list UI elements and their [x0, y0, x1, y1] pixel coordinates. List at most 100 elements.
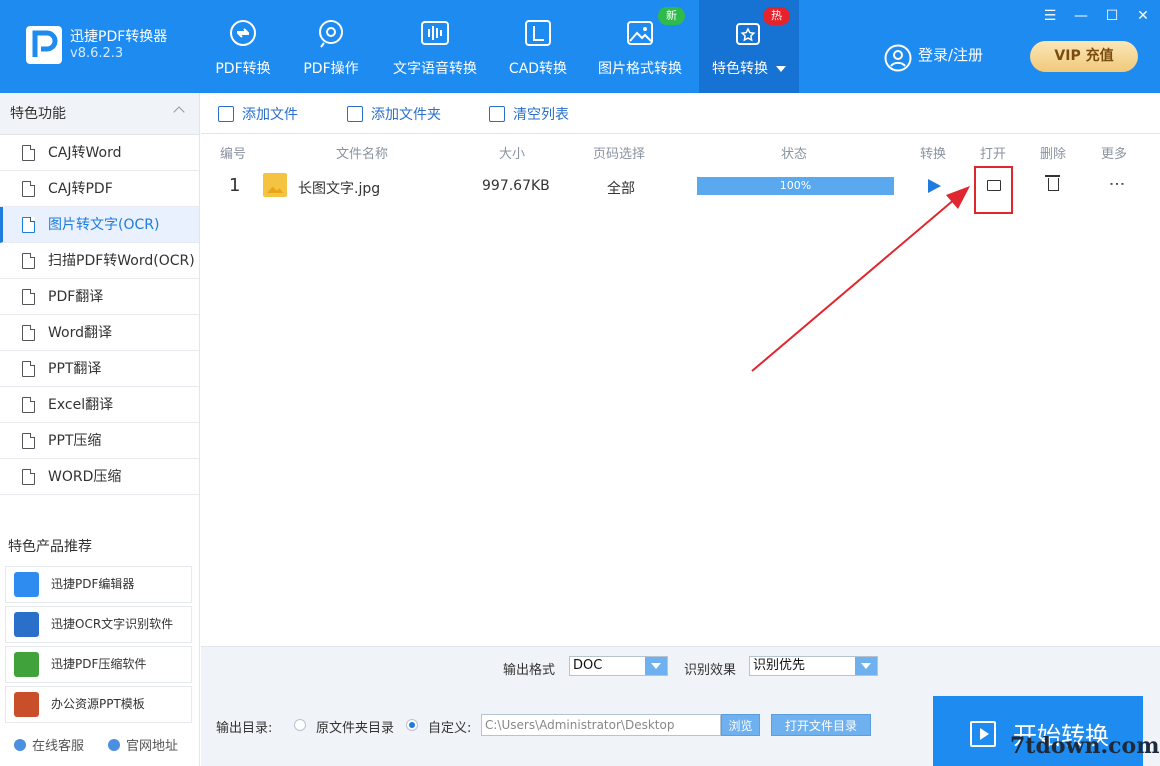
menu-icon[interactable]: ☰ [1041, 7, 1059, 25]
sidebar-item-pdf-translate[interactable]: PDF翻译 [0, 279, 199, 315]
radio-custom-dir[interactable] [406, 719, 418, 731]
col-more: 更多 [1101, 147, 1128, 162]
app-logo [26, 26, 62, 64]
vip-button[interactable]: VIP 充值 [1030, 41, 1138, 72]
image-file-icon [263, 173, 287, 197]
tab-label: PDF转换 [215, 61, 271, 77]
service-icon [14, 739, 26, 751]
clear-list-button[interactable]: 清空列表 [489, 104, 569, 124]
folder-open-icon[interactable] [987, 180, 1001, 191]
sidebar-item-caj-word[interactable]: CAJ转Word [0, 135, 199, 171]
product-label: 迅捷OCR文字识别软件 [51, 617, 174, 631]
sidebar-item-label: WORD压缩 [48, 469, 122, 485]
tab-special[interactable]: 特色转换 热 [699, 0, 799, 93]
minimize-icon[interactable]: — [1072, 7, 1090, 25]
sidebar-item-ppt-compress[interactable]: PPT压缩 [0, 423, 199, 459]
website-label: 官网地址 [126, 739, 179, 754]
browse-button[interactable]: 浏览 [721, 714, 760, 736]
pdf-operate-icon [319, 20, 343, 48]
col-size: 大小 [499, 147, 526, 162]
image-document-icon [22, 217, 35, 233]
sidebar-item-label: CAJ转Word [48, 145, 122, 161]
website-link[interactable]: 官网地址 [108, 735, 178, 754]
radio-source-dir[interactable] [294, 719, 306, 731]
service-label: 在线客服 [32, 739, 85, 754]
login-link[interactable]: 登录/注册 [918, 44, 983, 65]
dropdown-arrow-icon [645, 657, 667, 675]
image-icon [627, 21, 653, 45]
sidebar-title: 特色功能 [10, 106, 66, 122]
ocr-icon [14, 612, 39, 637]
sidebar-item-label: PPT翻译 [48, 361, 102, 377]
sidebar-item-caj-pdf[interactable]: CAJ转PDF [0, 171, 199, 207]
product-pdf-compress[interactable]: 迅捷PDF压缩软件 [5, 646, 192, 683]
document-icon [22, 397, 35, 413]
clear-list-label: 清空列表 [513, 107, 569, 123]
tab-pdf-operate[interactable]: PDF操作 [291, 0, 371, 93]
col-name: 文件名称 [336, 147, 389, 162]
special-icon [736, 23, 760, 45]
sidebar-item-label: PPT压缩 [48, 433, 102, 449]
format-select[interactable]: DOC [569, 656, 668, 676]
close-icon[interactable]: ✕ [1134, 7, 1152, 25]
sidebar-item-label: PDF翻译 [48, 289, 104, 305]
tab-label: 图片格式转换 [598, 61, 682, 77]
col-convert: 转换 [920, 147, 947, 162]
pdf-editor-icon [14, 572, 39, 597]
table-header: 编号 文件名称 大小 页码选择 状态 转换 打开 删除 更多 [201, 140, 1160, 162]
tab-label: 特色转换 [699, 58, 799, 78]
tab-text-speech[interactable]: 文字语音转换 [385, 0, 485, 93]
add-file-button[interactable]: 添加文件 [218, 104, 298, 124]
table-row[interactable]: 1 长图文字.jpg 997.67KB 全部 100% ⋮ [201, 166, 1160, 214]
add-folder-button[interactable]: 添加文件夹 [347, 104, 441, 124]
format-label: 输出格式 [503, 663, 556, 678]
tab-pdf-convert[interactable]: PDF转换 [203, 0, 283, 93]
page-select[interactable]: 全部 [607, 178, 635, 198]
col-delete: 删除 [1040, 147, 1067, 162]
tab-cad[interactable]: CAD转换 [500, 0, 576, 93]
product-ocr[interactable]: 迅捷OCR文字识别软件 [5, 606, 192, 643]
sidebar-item-word-translate[interactable]: Word翻译 [0, 315, 199, 351]
add-folder-icon [347, 106, 363, 122]
sidebar-item-word-compress[interactable]: WORD压缩 [0, 459, 199, 495]
document-icon [22, 361, 35, 377]
app-version: v8.6.2.3 [70, 46, 124, 61]
product-label: 办公资源PPT模板 [51, 697, 145, 711]
tab-label: PDF操作 [303, 61, 359, 77]
chevron-up-icon[interactable] [173, 106, 185, 118]
product-ppt-template[interactable]: 办公资源PPT模板 [5, 686, 192, 723]
output-path-input[interactable]: C:\Users\Administrator\Desktop [481, 714, 721, 736]
delete-icon[interactable] [1045, 175, 1060, 191]
sidebar-item-ppt-translate[interactable]: PPT翻译 [0, 351, 199, 387]
add-folder-label: 添加文件夹 [371, 107, 441, 123]
user-icon[interactable] [884, 44, 912, 72]
app-name: 迅捷PDF转换器 [70, 29, 168, 45]
open-dir-button[interactable]: 打开文件目录 [771, 714, 871, 736]
sidebar-item-excel-translate[interactable]: Excel翻译 [0, 387, 199, 423]
maximize-icon[interactable]: ☐ [1103, 7, 1121, 25]
add-file-icon [218, 106, 234, 122]
document-icon [22, 433, 35, 449]
document-icon [22, 325, 35, 341]
annotation-arrow [751, 186, 970, 372]
more-icon[interactable]: ⋮ [1108, 176, 1127, 192]
output-label: 输出目录: [216, 721, 273, 736]
online-service-link[interactable]: 在线客服 [14, 735, 84, 754]
toolbar: 添加文件 添加文件夹 清空列表 [201, 93, 1160, 134]
sidebar-item-label: Excel翻译 [48, 397, 114, 413]
sidebar-item-label: Word翻译 [48, 325, 112, 341]
tab-label-text: 特色转换 [712, 61, 768, 77]
format-bar: 输出格式 DOC 识别效果 识别优先 [201, 646, 1160, 686]
sidebar-header[interactable]: 特色功能 [0, 93, 199, 135]
sidebar-item-image-ocr[interactable]: 图片转文字(OCR) [0, 207, 199, 243]
format-value: DOC [573, 658, 603, 673]
chevron-down-icon [776, 66, 786, 72]
tab-image-format[interactable]: 图片格式转换 新 [590, 0, 690, 93]
col-open: 打开 [980, 147, 1007, 162]
sidebar-item-scan-pdf-word[interactable]: 扫描PDF转Word(OCR) [0, 243, 199, 279]
product-pdf-editor[interactable]: 迅捷PDF编辑器 [5, 566, 192, 603]
trash-icon [489, 106, 505, 122]
sidebar-item-label: 扫描PDF转Word(OCR) [48, 253, 195, 269]
ocr-select[interactable]: 识别优先 [749, 656, 878, 676]
ie-icon [108, 739, 120, 751]
